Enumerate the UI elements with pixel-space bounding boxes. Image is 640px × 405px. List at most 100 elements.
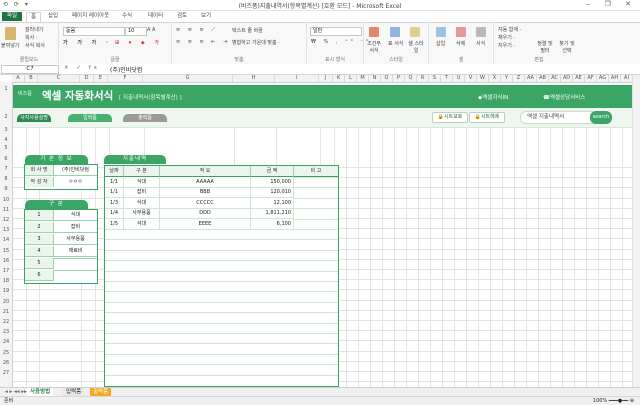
row-header[interactable]: 17 bbox=[0, 268, 12, 274]
expense-date[interactable] bbox=[105, 364, 124, 366]
column-header[interactable]: X bbox=[489, 75, 501, 82]
expense-category[interactable] bbox=[124, 353, 160, 355]
expense-date[interactable]: 1/1 bbox=[105, 177, 124, 188]
sheet-tab-input[interactable]: 입력폼 bbox=[63, 388, 85, 396]
column-header[interactable]: W bbox=[477, 75, 489, 82]
row-header[interactable]: 11 bbox=[0, 207, 12, 213]
column-header[interactable]: G bbox=[143, 75, 233, 82]
expense-note[interactable] bbox=[294, 312, 338, 314]
expense-description[interactable] bbox=[160, 322, 251, 324]
delete-cells-icon[interactable] bbox=[456, 27, 466, 37]
expense-amount[interactable] bbox=[251, 229, 294, 230]
expense-description[interactable] bbox=[160, 249, 251, 251]
column-header[interactable]: AA bbox=[525, 75, 537, 82]
expense-amount[interactable]: 12,100 bbox=[251, 197, 294, 209]
expense-note[interactable] bbox=[294, 374, 338, 376]
expense-category[interactable] bbox=[124, 239, 160, 241]
name-box[interactable]: C7 bbox=[1, 65, 59, 74]
sort-filter-button[interactable]: 정렬 및 필터 bbox=[536, 40, 554, 54]
column-header[interactable]: AC bbox=[549, 75, 561, 82]
expense-date[interactable] bbox=[105, 239, 124, 241]
format-painter-button[interactable]: 서식 복사 bbox=[25, 42, 45, 49]
expense-category[interactable] bbox=[124, 270, 160, 272]
expense-category[interactable] bbox=[124, 374, 160, 376]
expense-category[interactable] bbox=[124, 229, 160, 230]
number-format-select[interactable]: 일반 bbox=[310, 27, 362, 36]
row-header[interactable]: 10 bbox=[0, 197, 12, 203]
merge-center-button[interactable]: 병합하고 가운데 맞춤 · bbox=[232, 39, 280, 46]
protect-sheet-button[interactable]: 🔒시트보호 bbox=[432, 112, 468, 123]
column-header[interactable]: H bbox=[233, 75, 275, 82]
column-header[interactable]: V bbox=[465, 75, 477, 82]
tab-home[interactable]: 홈 bbox=[26, 12, 42, 22]
expense-note[interactable] bbox=[294, 197, 338, 199]
expense-note[interactable] bbox=[294, 333, 338, 334]
expense-note[interactable] bbox=[294, 270, 338, 272]
author-value[interactable]: ㅇㅇㅇ bbox=[54, 177, 97, 187]
expense-note[interactable] bbox=[294, 260, 338, 262]
expense-description[interactable] bbox=[160, 364, 251, 366]
expense-note[interactable] bbox=[294, 343, 338, 345]
tab-insert[interactable]: 삽입 bbox=[44, 12, 62, 21]
row-header[interactable]: 12 bbox=[0, 217, 12, 223]
expense-description[interactable]: DDD bbox=[160, 208, 251, 220]
expense-amount[interactable]: 120,010 bbox=[251, 187, 294, 199]
expense-note[interactable] bbox=[294, 364, 338, 366]
expense-date[interactable] bbox=[105, 229, 124, 230]
row-header[interactable]: 2 bbox=[0, 114, 12, 120]
column-header[interactable]: J bbox=[319, 75, 333, 82]
format-table-button[interactable]: 표 서식 bbox=[388, 40, 403, 47]
column-header[interactable]: N bbox=[369, 75, 381, 82]
expense-description[interactable] bbox=[160, 312, 251, 314]
expense-date[interactable]: 1/1 bbox=[105, 187, 124, 199]
column-header[interactable]: I bbox=[275, 75, 319, 82]
expense-amount[interactable] bbox=[251, 353, 294, 355]
expense-note[interactable] bbox=[294, 249, 338, 251]
expense-description[interactable]: CCCCC bbox=[160, 197, 251, 209]
row-header[interactable]: 4 bbox=[0, 137, 12, 143]
format-table-icon[interactable] bbox=[390, 27, 400, 37]
expense-description[interactable]: EEEE bbox=[160, 218, 251, 230]
column-header[interactable]: M bbox=[357, 75, 369, 82]
expense-date[interactable] bbox=[105, 249, 124, 251]
expense-date[interactable] bbox=[105, 343, 124, 345]
expense-date[interactable] bbox=[105, 322, 124, 324]
excel-knowledge-link[interactable]: ◆엑셀지식IN bbox=[478, 93, 508, 101]
expense-category[interactable]: 사무용품 bbox=[124, 208, 160, 220]
column-header[interactable]: D bbox=[80, 75, 94, 82]
expense-category[interactable]: 잡비 bbox=[124, 187, 160, 199]
font-size-select[interactable]: 10 bbox=[125, 27, 147, 36]
category-name[interactable]: 사무용품 bbox=[54, 234, 97, 245]
expense-amount[interactable] bbox=[251, 239, 294, 241]
company-value[interactable]: (주)인비닷컴 bbox=[54, 165, 97, 176]
expense-note[interactable] bbox=[294, 322, 338, 324]
expense-date[interactable]: 1/4 bbox=[105, 208, 124, 220]
tab-page-layout[interactable]: 페이지 레이아웃 bbox=[68, 12, 113, 21]
tab-view[interactable]: 보기 bbox=[197, 12, 215, 21]
tab-usage[interactable]: 사지사용설명 bbox=[17, 114, 51, 122]
expense-date[interactable] bbox=[105, 301, 124, 303]
expense-note[interactable] bbox=[294, 177, 338, 178]
expense-amount[interactable] bbox=[251, 343, 294, 345]
expense-description[interactable] bbox=[160, 333, 251, 334]
column-header[interactable]: AG bbox=[597, 75, 609, 82]
expense-category[interactable] bbox=[124, 260, 160, 262]
font-grow-icon[interactable]: A A bbox=[147, 27, 155, 33]
row-header[interactable]: 20 bbox=[0, 299, 12, 305]
expense-amount[interactable] bbox=[251, 374, 294, 376]
expense-date[interactable] bbox=[105, 353, 124, 355]
expense-amount[interactable] bbox=[251, 281, 294, 282]
column-header[interactable]: C bbox=[38, 75, 80, 82]
expense-amount[interactable] bbox=[251, 333, 294, 334]
expense-description[interactable] bbox=[160, 239, 251, 241]
unprotect-sheet-button[interactable]: 🔒시트해제 bbox=[469, 112, 505, 123]
column-header[interactable]: F bbox=[108, 75, 143, 82]
category-name[interactable]: 잡비 bbox=[54, 222, 97, 233]
expense-note[interactable] bbox=[294, 218, 338, 220]
column-header[interactable]: T bbox=[441, 75, 453, 82]
cell-styles-icon[interactable] bbox=[410, 27, 420, 37]
category-name[interactable] bbox=[54, 258, 97, 259]
paste-button[interactable]: 붙여넣기 bbox=[1, 42, 19, 49]
expense-amount[interactable]: 6,100 bbox=[251, 218, 294, 230]
expense-amount[interactable] bbox=[251, 249, 294, 251]
